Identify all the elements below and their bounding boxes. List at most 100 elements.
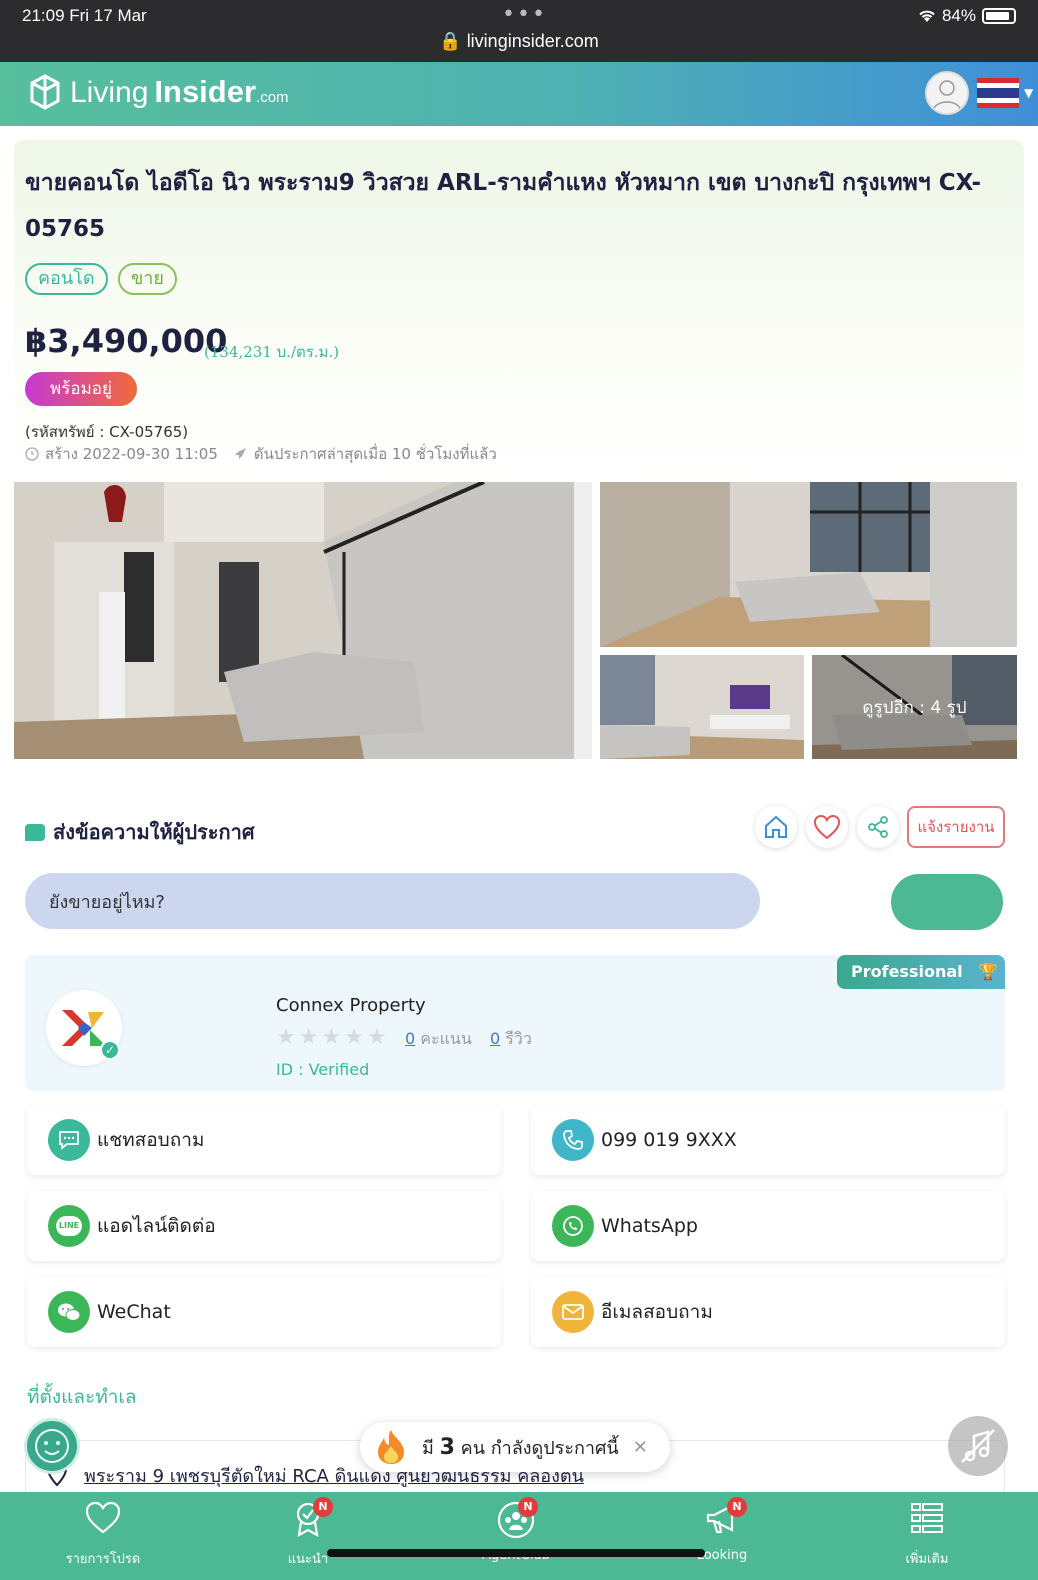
professional-label: Professional — [851, 962, 963, 981]
share-button[interactable] — [857, 806, 899, 848]
status-bar: 21:09 Fri 17 Mar ••• 🔒 livinginsider.com… — [0, 0, 1038, 62]
main-photo[interactable] — [14, 482, 592, 759]
nav-favorites-label: รายการโปรด — [65, 1552, 141, 1567]
star-icon: ★ — [321, 1025, 342, 1050]
trophy-icon: 🏆 — [978, 962, 999, 981]
status-time: 21:09 Fri 17 Mar — [22, 6, 147, 25]
chat-label: แชทสอบถาม — [97, 1129, 205, 1151]
language-caret-icon[interactable]: ▼ — [1024, 86, 1033, 100]
whatsapp-icon — [552, 1205, 594, 1247]
line-icon: LINE — [48, 1205, 90, 1247]
site-header: Living Insider .com ▼ — [0, 62, 1038, 126]
home-indicator — [327, 1549, 705, 1557]
close-icon[interactable]: ✕ — [633, 1437, 648, 1458]
whatsapp-label: WhatsApp — [601, 1215, 698, 1237]
verified-check-icon: ✓ — [100, 1040, 120, 1060]
nav-more-label: เพิ่มเติม — [905, 1552, 949, 1567]
email-label: อีเมลสอบถาม — [601, 1301, 713, 1323]
battery-icon — [982, 8, 1016, 24]
nav-looking[interactable]: Looking — [662, 1500, 782, 1563]
created-date: สร้าง 2022-09-30 11:05 — [45, 445, 218, 463]
listing-title: ขายคอนโด ไอดีโอ นิว พระราม9 วิวสวย ARL-ร… — [25, 170, 982, 242]
chatbot-button[interactable] — [24, 1418, 80, 1474]
wechat-button[interactable]: WeChat — [27, 1277, 501, 1347]
tag-sale[interactable]: ขาย — [118, 263, 177, 295]
music-toggle-button[interactable] — [948, 1416, 1008, 1476]
heart-icon — [813, 814, 841, 840]
score-link[interactable]: 0 คะแนน — [405, 1027, 472, 1052]
report-button[interactable]: แจ้งรายงาน — [907, 806, 1005, 848]
star-icon: ★ — [298, 1025, 319, 1050]
agent-name[interactable]: Connex Property — [276, 995, 426, 1016]
viewers-prefix: มี — [422, 1437, 434, 1459]
price-per-sqm: (134,231 บ./ตร.ม.) — [204, 343, 340, 361]
send-message-heading: ส่งข้อความให้ผู้ประกาศ — [25, 816, 255, 848]
nav-more[interactable]: เพิ่มเติม — [867, 1500, 987, 1567]
photo-4[interactable]: ดูรูปอีก : 4 รูป — [812, 655, 1017, 759]
email-icon — [552, 1291, 594, 1333]
url-text: livinginsider.com — [466, 31, 599, 51]
nav-agentclub-badge: N — [518, 1497, 538, 1517]
photo-3[interactable] — [600, 655, 804, 759]
last-pushed: ดันประกาศล่าสุดเมื่อ 10 ชั่วโมงที่แล้ว — [253, 445, 497, 463]
heart-icon — [85, 1501, 121, 1534]
wechat-label: WeChat — [97, 1301, 171, 1323]
more-dots-icon[interactable]: ••• — [502, 2, 547, 27]
wechat-icon — [48, 1291, 90, 1333]
property-code: (รหัสทรัพย์ : CX-05765) — [25, 423, 189, 441]
clock-icon — [25, 447, 39, 461]
chat-icon — [48, 1119, 90, 1161]
chat-inquiry-button[interactable]: แชทสอบถาม — [27, 1105, 501, 1175]
score-label: คะแนน — [420, 1029, 472, 1048]
rocket-icon — [234, 448, 246, 459]
viewers-suffix: คน กำลังดูประกาศนี้ — [460, 1437, 619, 1459]
viewers-count: 3 — [439, 1434, 455, 1460]
favorite-button[interactable] — [806, 806, 848, 848]
location-heading: ที่ตั้งและทำเล — [27, 1386, 137, 1408]
nav-recommended[interactable]: แนะนำ — [248, 1500, 368, 1567]
wifi-icon — [919, 10, 935, 22]
site-logo[interactable]: Living Insider .com — [30, 74, 289, 110]
address-bar[interactable]: 🔒 livinginsider.com — [0, 31, 1038, 52]
phone-button[interactable]: 099 019 9XXX — [531, 1105, 1005, 1175]
message-input[interactable] — [25, 873, 760, 929]
user-icon — [932, 80, 962, 112]
phone-label: 099 019 9XXX — [601, 1129, 737, 1151]
professional-badge: Professional 🏆 — [837, 955, 1005, 989]
music-off-icon — [961, 1429, 995, 1463]
photo-3-illustration — [600, 655, 804, 759]
whatsapp-button[interactable]: WhatsApp — [531, 1191, 1005, 1261]
more-photos-label[interactable]: ดูรูปอีก : 4 รูป — [812, 655, 1017, 759]
listing-dates: สร้าง 2022-09-30 11:05 ดันประกาศล่าสุดเม… — [25, 442, 497, 466]
compare-home-button[interactable] — [755, 806, 797, 848]
fire-icon — [378, 1430, 404, 1464]
star-icon: ★ — [276, 1025, 296, 1050]
star-icon: ★ — [344, 1025, 364, 1050]
viewers-toast: มี 3 คน กำลังดูประกาศนี้ ✕ — [360, 1422, 670, 1472]
listing-price: ฿3,490,000 — [25, 322, 228, 360]
menu-icon — [911, 1503, 943, 1533]
message-bubble-icon — [25, 823, 45, 841]
nav-looking-badge: N — [727, 1497, 747, 1517]
line-button[interactable]: LINE แอดไลน์ติดต่อ — [27, 1191, 501, 1261]
email-button[interactable]: อีเมลสอบถาม — [531, 1277, 1005, 1347]
logo-text-com: .com — [256, 89, 289, 106]
thai-flag-icon[interactable] — [977, 78, 1019, 108]
nav-agentclub[interactable]: AgentClub — [456, 1500, 576, 1563]
agent-id-status: ID : Verified — [276, 1060, 370, 1079]
logo-text-living: Living — [70, 76, 149, 109]
phone-icon — [552, 1119, 594, 1161]
star-icon: ★ — [366, 1025, 387, 1050]
tag-condo[interactable]: คอนโด — [25, 263, 108, 295]
nav-favorites[interactable]: รายการโปรด — [43, 1500, 163, 1567]
rating-stars: ★ ★ ★ ★ ★ — [276, 1025, 387, 1050]
user-avatar[interactable] — [925, 71, 969, 115]
reviews-link[interactable]: 0 รีวิว — [490, 1027, 532, 1052]
photo-2[interactable] — [600, 482, 1017, 647]
nav-recommended-badge: N — [313, 1497, 333, 1517]
send-message-title: ส่งข้อความให้ผู้ประกาศ — [53, 820, 255, 844]
send-message-button[interactable] — [891, 874, 1003, 930]
review-number: 0 — [490, 1029, 501, 1048]
main-photo-illustration — [14, 482, 592, 759]
review-label: รีวิว — [505, 1029, 532, 1048]
